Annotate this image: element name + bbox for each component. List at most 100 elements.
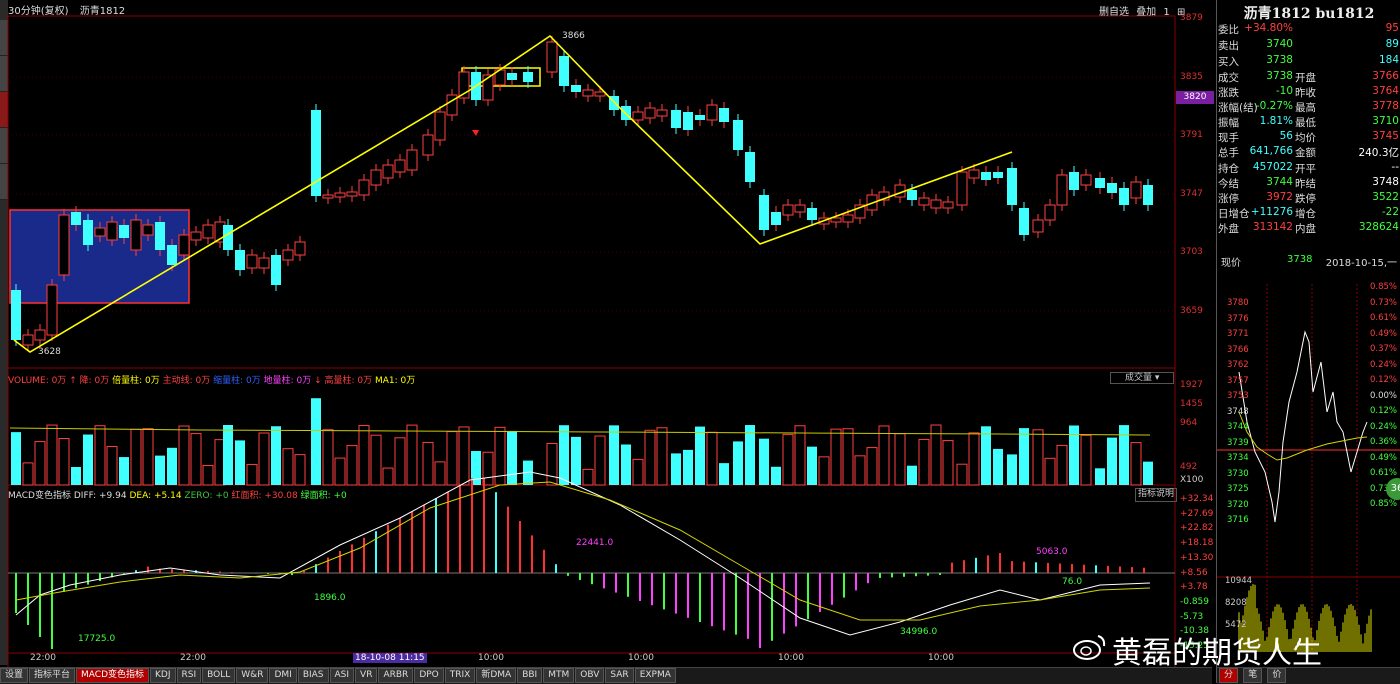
indicator-tab[interactable]: ASI bbox=[329, 668, 355, 683]
volume-bar bbox=[202, 464, 214, 486]
mini-axis-label: 3762 bbox=[1227, 360, 1249, 370]
candle-body bbox=[956, 171, 968, 206]
candle-body bbox=[1095, 178, 1105, 188]
quote-label: 买入 bbox=[1218, 56, 1239, 68]
candle-body bbox=[706, 104, 718, 121]
indicator-tab[interactable]: TRIX bbox=[444, 668, 476, 683]
indicator-tab[interactable]: RSI bbox=[176, 668, 202, 683]
volume-bar bbox=[1143, 461, 1153, 485]
indicator-tab[interactable]: W&R bbox=[236, 668, 269, 683]
quote-value: -- bbox=[1391, 161, 1399, 173]
candle-body bbox=[1007, 168, 1017, 205]
indicator-tab[interactable]: MTM bbox=[543, 668, 575, 683]
indicator-tab[interactable]: KDJ bbox=[150, 668, 176, 683]
macd-annotation: 5063.0 bbox=[1036, 547, 1068, 557]
quote-label: 卖出 bbox=[1218, 40, 1239, 52]
candle-body bbox=[106, 221, 118, 241]
mini-axis-label: 0.12% bbox=[1369, 375, 1397, 385]
candle-body bbox=[155, 222, 165, 250]
mini-axis-label: 0.24% bbox=[1369, 359, 1397, 370]
indicator-tab[interactable]: DMI bbox=[269, 668, 297, 683]
candle-body bbox=[842, 214, 854, 223]
candle-body bbox=[167, 245, 177, 265]
quote-label: 增仓 bbox=[1295, 208, 1316, 220]
volume-bar bbox=[706, 431, 718, 486]
quote-value: 3778 bbox=[1372, 100, 1399, 112]
quote-label: 委比 bbox=[1218, 24, 1239, 36]
mini-axis-label: 3776 bbox=[1227, 313, 1249, 324]
candle-body bbox=[334, 192, 346, 198]
candle-body bbox=[434, 111, 446, 141]
indicator-tab[interactable]: 设置 bbox=[0, 668, 29, 683]
indicator-tab[interactable]: BIAS bbox=[297, 668, 329, 683]
macd-annotation: 17725.0 bbox=[78, 634, 116, 644]
indicator-tab[interactable]: BOLL bbox=[202, 668, 236, 683]
indicator-tab[interactable]: ARBR bbox=[378, 668, 414, 683]
volume-bar bbox=[981, 426, 991, 485]
indicator-info-button[interactable]: 指标说明 bbox=[1135, 488, 1177, 502]
quote-value: 3764 bbox=[1372, 85, 1399, 97]
volume-bar bbox=[609, 425, 619, 485]
volume-bar bbox=[1107, 437, 1117, 485]
indicator-tab[interactable]: OBV bbox=[575, 668, 605, 683]
volume-bar bbox=[294, 454, 306, 486]
red-arrow-icon bbox=[472, 130, 479, 136]
volume-bar bbox=[71, 467, 81, 485]
mini-axis-label: 0.49% bbox=[1369, 452, 1397, 463]
indicator-tab[interactable]: EXPMA bbox=[634, 668, 676, 683]
candle-body bbox=[178, 234, 190, 256]
volume-bar bbox=[866, 447, 878, 486]
mini-axis-label: 0.24% bbox=[1369, 421, 1397, 432]
quote-row: 卖出 3740 89 bbox=[1217, 38, 1400, 53]
quote-row: 外盘 313142 内盘 328624 bbox=[1217, 221, 1400, 236]
intraday-avg-line bbox=[1238, 411, 1368, 461]
volume-bar bbox=[878, 425, 890, 486]
volume-bar bbox=[119, 457, 129, 485]
vol-h7: MA1: 0万 bbox=[375, 376, 416, 386]
macd-axis-label: +27.69 bbox=[1180, 508, 1214, 519]
candle-body bbox=[745, 152, 755, 182]
quote-label: 涨跌 bbox=[1218, 87, 1239, 99]
quote-value: 3745 bbox=[1372, 130, 1399, 142]
vol-h6: ↓ 高量柱: 0万 bbox=[314, 376, 373, 386]
volume-bar bbox=[683, 449, 693, 485]
mini-axis-label: 0.61% bbox=[1369, 468, 1397, 478]
candle-body bbox=[930, 199, 942, 209]
mini-axis-label: 0.85% bbox=[1369, 499, 1397, 509]
candle-body bbox=[1044, 204, 1056, 221]
volume-bar bbox=[830, 428, 842, 486]
quote-row: 持仓 457022 开平 -- bbox=[1217, 161, 1400, 176]
volume-bar bbox=[271, 426, 281, 485]
quote-value: -22 bbox=[1381, 206, 1399, 218]
mini-axis-label: 3720 bbox=[1227, 499, 1249, 510]
candle-body bbox=[1130, 181, 1142, 199]
volume-bar bbox=[644, 429, 656, 486]
macd-bars bbox=[15, 477, 1145, 649]
price-axis-label: 3791 bbox=[1180, 130, 1203, 140]
candle-body bbox=[1069, 172, 1079, 190]
indicator-tab[interactable]: VR bbox=[355, 668, 378, 683]
candle-body bbox=[294, 241, 306, 256]
vol-axis-label: 492 bbox=[1180, 462, 1198, 472]
indicator-tab[interactable]: SAR bbox=[605, 668, 634, 683]
time-label: 10:00 bbox=[628, 653, 654, 663]
candle-body bbox=[223, 225, 233, 250]
indicator-tab[interactable]: MACD变色指标 bbox=[76, 668, 150, 683]
volume-bar bbox=[190, 433, 202, 486]
candle-body bbox=[571, 85, 581, 92]
candle-body bbox=[190, 231, 202, 241]
quote-label: 金额 bbox=[1295, 147, 1316, 159]
volume-bar bbox=[794, 425, 806, 486]
indicator-tab[interactable]: BBI bbox=[517, 668, 543, 683]
main-chart[interactable] bbox=[0, 0, 1216, 667]
candle-body bbox=[782, 204, 794, 216]
indicator-tab[interactable]: 新DMA bbox=[476, 668, 517, 683]
indicator-tab[interactable]: 指标平台 bbox=[29, 668, 76, 683]
candle-body bbox=[406, 149, 418, 171]
volume-bar bbox=[695, 426, 705, 485]
volume-dropdown[interactable]: 成交量 ▾ bbox=[1110, 372, 1174, 384]
candle-body bbox=[582, 89, 594, 97]
volume-bar bbox=[1130, 442, 1142, 486]
mini-axis-label: 3753 bbox=[1227, 391, 1249, 401]
indicator-tab[interactable]: DPO bbox=[414, 668, 444, 683]
